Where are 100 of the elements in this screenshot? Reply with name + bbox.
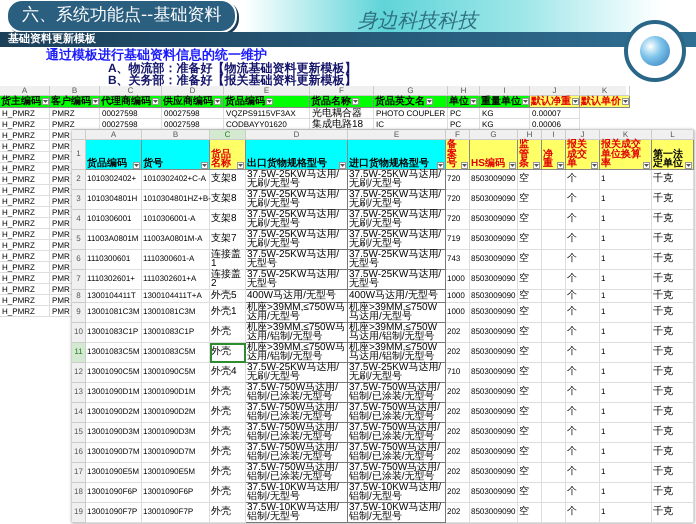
filter-dropdown-icon[interactable] xyxy=(522,98,529,105)
filter-dropdown-icon[interactable] xyxy=(237,162,244,168)
header-label: 重量单位 xyxy=(481,96,521,107)
header-label: 净重 xyxy=(543,150,554,168)
row-number[interactable]: 7 xyxy=(72,270,86,290)
row-number[interactable]: 11 xyxy=(72,342,86,362)
table-cell: 个 xyxy=(566,402,600,422)
table-cell: 8503009090 xyxy=(470,482,518,502)
table-cell: H_PMRZ xyxy=(0,251,50,262)
table-cell: 8503009090 xyxy=(470,190,518,210)
table-cell: 1000 xyxy=(446,270,470,290)
table-cell: 1010302402+ xyxy=(86,170,142,190)
table-cell: 37.5W-750W马达用/铝制/已涂装/无型号 xyxy=(246,462,348,482)
table-cell: H_PMRZ xyxy=(0,174,50,185)
row-number[interactable]: 9 xyxy=(72,302,86,322)
table-cell: H_PMRZ xyxy=(0,196,50,207)
filter-dropdown-icon[interactable] xyxy=(133,162,140,168)
table-cell: 37.5W-25KW马达用/无刷/无型号 xyxy=(348,170,446,190)
table-cell: 千克 xyxy=(652,462,694,482)
filter-dropdown-icon[interactable] xyxy=(470,98,477,105)
table-cell: 37.5W-10KW马达用/铝制/无型号 xyxy=(348,502,446,522)
table-cell: 13001090F6P xyxy=(142,482,210,502)
filter-dropdown-icon[interactable] xyxy=(214,98,221,105)
filter-dropdown-icon[interactable] xyxy=(339,162,346,168)
filter-dropdown-icon[interactable] xyxy=(152,98,159,105)
table-cell: 37.5W-750W马达用/铝制/已涂装/无型号 xyxy=(246,442,348,462)
table-cell: 13001090C5M xyxy=(142,362,210,382)
table-cell: 37.5W-750W马达用/铝制/已涂装/无型号 xyxy=(246,422,348,442)
row-number[interactable]: 6 xyxy=(72,250,86,270)
row-number[interactable]: 13 xyxy=(72,382,86,402)
table-cell: 1010304801H xyxy=(86,190,142,210)
filter-dropdown-icon[interactable] xyxy=(92,98,99,105)
table-cell: 8503009090 xyxy=(470,270,518,290)
filter-dropdown-icon[interactable] xyxy=(437,162,444,168)
column-letter[interactable]: C xyxy=(210,130,246,140)
filter-dropdown-icon[interactable] xyxy=(426,98,433,105)
row-number[interactable]: 16 xyxy=(72,442,86,462)
table-cell: 空 xyxy=(518,462,542,482)
table-cell: 13001090D7M xyxy=(142,442,210,462)
table-cell: H_PMRZ xyxy=(0,130,50,141)
table-cell: 13001081C3M xyxy=(142,302,210,322)
table-cell: 1010304801HZ+B- xyxy=(142,190,210,210)
table-cell: 8503009090 xyxy=(470,502,518,522)
filter-dropdown-icon[interactable] xyxy=(622,98,629,105)
row-number[interactable]: 5 xyxy=(72,230,86,250)
row-number[interactable]: 3 xyxy=(72,190,86,210)
row-number[interactable]: 18 xyxy=(72,482,86,502)
row-number[interactable]: 12 xyxy=(72,362,86,382)
empty-cell xyxy=(542,290,566,302)
row-number[interactable]: 19 xyxy=(72,502,86,522)
filter-dropdown-icon[interactable] xyxy=(461,162,468,168)
row-number[interactable]: 17 xyxy=(72,462,86,482)
table-cell: 11003A0801M xyxy=(86,230,142,250)
filter-dropdown-icon[interactable] xyxy=(572,98,579,105)
empty-cell xyxy=(542,230,566,250)
table-cell: 千克 xyxy=(652,402,694,422)
empty-cell xyxy=(542,362,566,382)
table-cell: 1 xyxy=(600,442,652,462)
table-cell: 8503009090 xyxy=(470,250,518,270)
filter-dropdown-icon[interactable] xyxy=(685,162,692,168)
filter-dropdown-icon[interactable] xyxy=(533,162,540,168)
table-cell: 机座>39MM,≤750W马达用/无型号 xyxy=(348,302,446,322)
table-cell: 空 xyxy=(518,382,542,402)
table-cell: 个 xyxy=(566,190,600,210)
table-cell: 8503009090 xyxy=(470,322,518,342)
filter-dropdown-icon[interactable] xyxy=(266,98,273,105)
filter-dropdown-icon[interactable] xyxy=(643,162,650,168)
table-cell: 720 xyxy=(446,170,470,190)
table-cell: 0.00007 xyxy=(530,108,580,119)
filter-dropdown-icon[interactable] xyxy=(352,98,359,105)
table-cell: 37.5W-750W马达用/铝制/已涂装/无型号 xyxy=(246,402,348,422)
filter-dropdown-icon[interactable] xyxy=(509,162,516,168)
row-number[interactable]: 2 xyxy=(72,170,86,190)
table-cell: 8503009090 xyxy=(470,402,518,422)
filter-dropdown-icon[interactable] xyxy=(42,98,49,105)
intro-text: 通过模板进行基础资料信息的统一维护 xyxy=(46,47,267,62)
row-number[interactable]: 14 xyxy=(72,402,86,422)
table-cell: 37.5W-750W马达用/铝制/已涂装/无型号 xyxy=(348,422,446,442)
table-cell: 1110302601+A xyxy=(142,270,210,290)
table-cell: PMRZ xyxy=(50,108,100,119)
filter-dropdown-icon[interactable] xyxy=(591,162,598,168)
table-cell: 千克 xyxy=(652,342,694,362)
filter-dropdown-icon[interactable] xyxy=(557,162,564,168)
table-cell: H_PMRZ xyxy=(0,185,50,196)
row-number[interactable]: 10 xyxy=(72,322,86,342)
table-cell: 个 xyxy=(566,502,600,522)
filter-dropdown-icon[interactable] xyxy=(201,162,208,168)
table-cell: 13001090F7P xyxy=(86,502,142,522)
header-label: 代理商编码 xyxy=(101,96,151,107)
table-cell: 13001081C3M xyxy=(86,302,142,322)
table-cell: H_PMRZ xyxy=(0,295,50,306)
table-cell: 8503009090 xyxy=(470,210,518,230)
table-cell: 外壳 xyxy=(210,462,246,482)
table-cell: 空 xyxy=(518,230,542,250)
table-cell: 13001090D2M xyxy=(142,402,210,422)
row-number[interactable]: 1 xyxy=(72,140,86,170)
row-number[interactable]: 8 xyxy=(72,290,86,302)
row-number[interactable]: 4 xyxy=(72,210,86,230)
row-number[interactable]: 15 xyxy=(72,422,86,442)
header-label: 货号 xyxy=(143,159,164,168)
